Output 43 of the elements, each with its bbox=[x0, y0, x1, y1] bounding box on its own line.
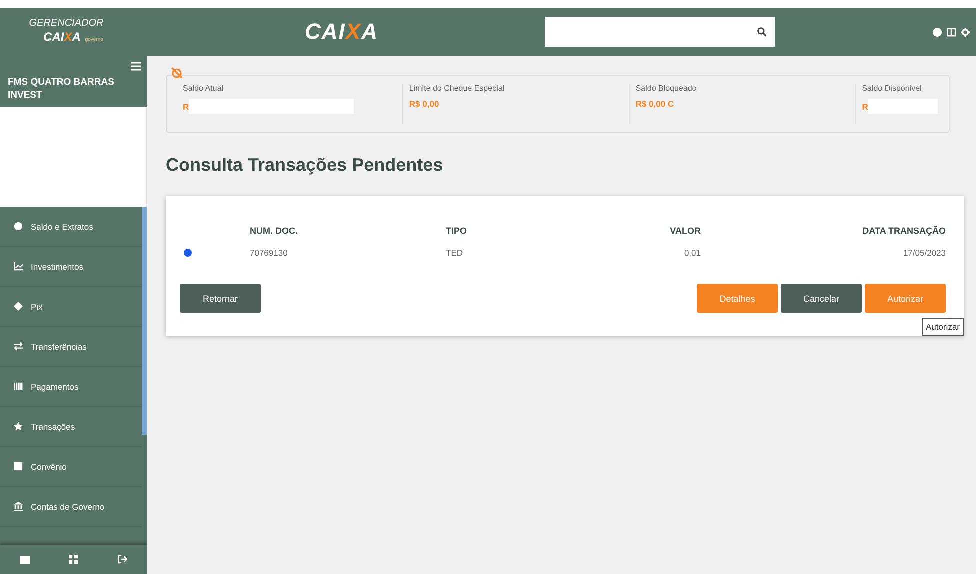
table-cell-text: 0,01 bbox=[683, 248, 701, 258]
scrollbar[interactable] bbox=[142, 207, 147, 435]
action-button[interactable]: Autorizar bbox=[865, 284, 946, 313]
bank-icon bbox=[14, 502, 23, 511]
action-button[interactable]: Detalhes bbox=[697, 284, 778, 313]
logout-icon[interactable] bbox=[118, 555, 128, 564]
search-field[interactable] bbox=[545, 17, 776, 47]
balance-label: Limite do Cheque Especial bbox=[409, 84, 506, 93]
barcode-icon bbox=[14, 382, 23, 391]
brand-logo: CAIXA bbox=[305, 19, 378, 45]
menu-icon[interactable] bbox=[131, 62, 141, 71]
page-title: Consulta Transações Pendentes bbox=[166, 155, 444, 176]
balance-value: R bbox=[183, 102, 190, 112]
balance-value: R bbox=[862, 102, 868, 112]
balance-label: Saldo Atual bbox=[183, 84, 224, 93]
help-icon[interactable] bbox=[933, 28, 942, 36]
column-header: DATA TRANSAÇÃO bbox=[862, 226, 946, 236]
settings-icon[interactable] bbox=[961, 28, 970, 36]
sidebar-item[interactable]: Convênio bbox=[0, 447, 142, 487]
action-button[interactable]: Retornar bbox=[180, 284, 261, 313]
table-cell-text: 70769130 bbox=[250, 248, 289, 258]
chart-icon bbox=[14, 262, 23, 271]
tooltip: Autorizar bbox=[922, 318, 964, 336]
star-icon bbox=[14, 422, 23, 431]
sidebar-item[interactable]: Contas de Governo bbox=[0, 487, 142, 527]
column-header: TIPO bbox=[446, 226, 468, 236]
balance-value: R$ 0,00 C bbox=[636, 99, 674, 109]
search-icon[interactable] bbox=[757, 27, 768, 37]
table-cell-text: 17/05/2023 bbox=[902, 248, 946, 258]
diamond-icon bbox=[14, 302, 23, 311]
table-cell-text: TED bbox=[446, 248, 464, 258]
column-header: NUM. DOC. bbox=[250, 226, 299, 236]
balance-label: Saldo Bloqueado bbox=[636, 84, 698, 93]
balance-value: R$ 0,00 bbox=[409, 99, 440, 109]
row-radio[interactable] bbox=[184, 249, 192, 257]
arrows-icon bbox=[14, 342, 23, 351]
account-name: FMS QUATRO BARRAS INVEST bbox=[8, 76, 116, 103]
balance-label: Saldo Disponivel bbox=[862, 84, 923, 93]
column-header: VALOR bbox=[669, 226, 701, 236]
action-button[interactable]: Cancelar bbox=[781, 284, 862, 313]
columns-icon[interactable] bbox=[947, 28, 956, 36]
expand-icon[interactable] bbox=[69, 555, 78, 564]
square-icon bbox=[14, 462, 23, 471]
